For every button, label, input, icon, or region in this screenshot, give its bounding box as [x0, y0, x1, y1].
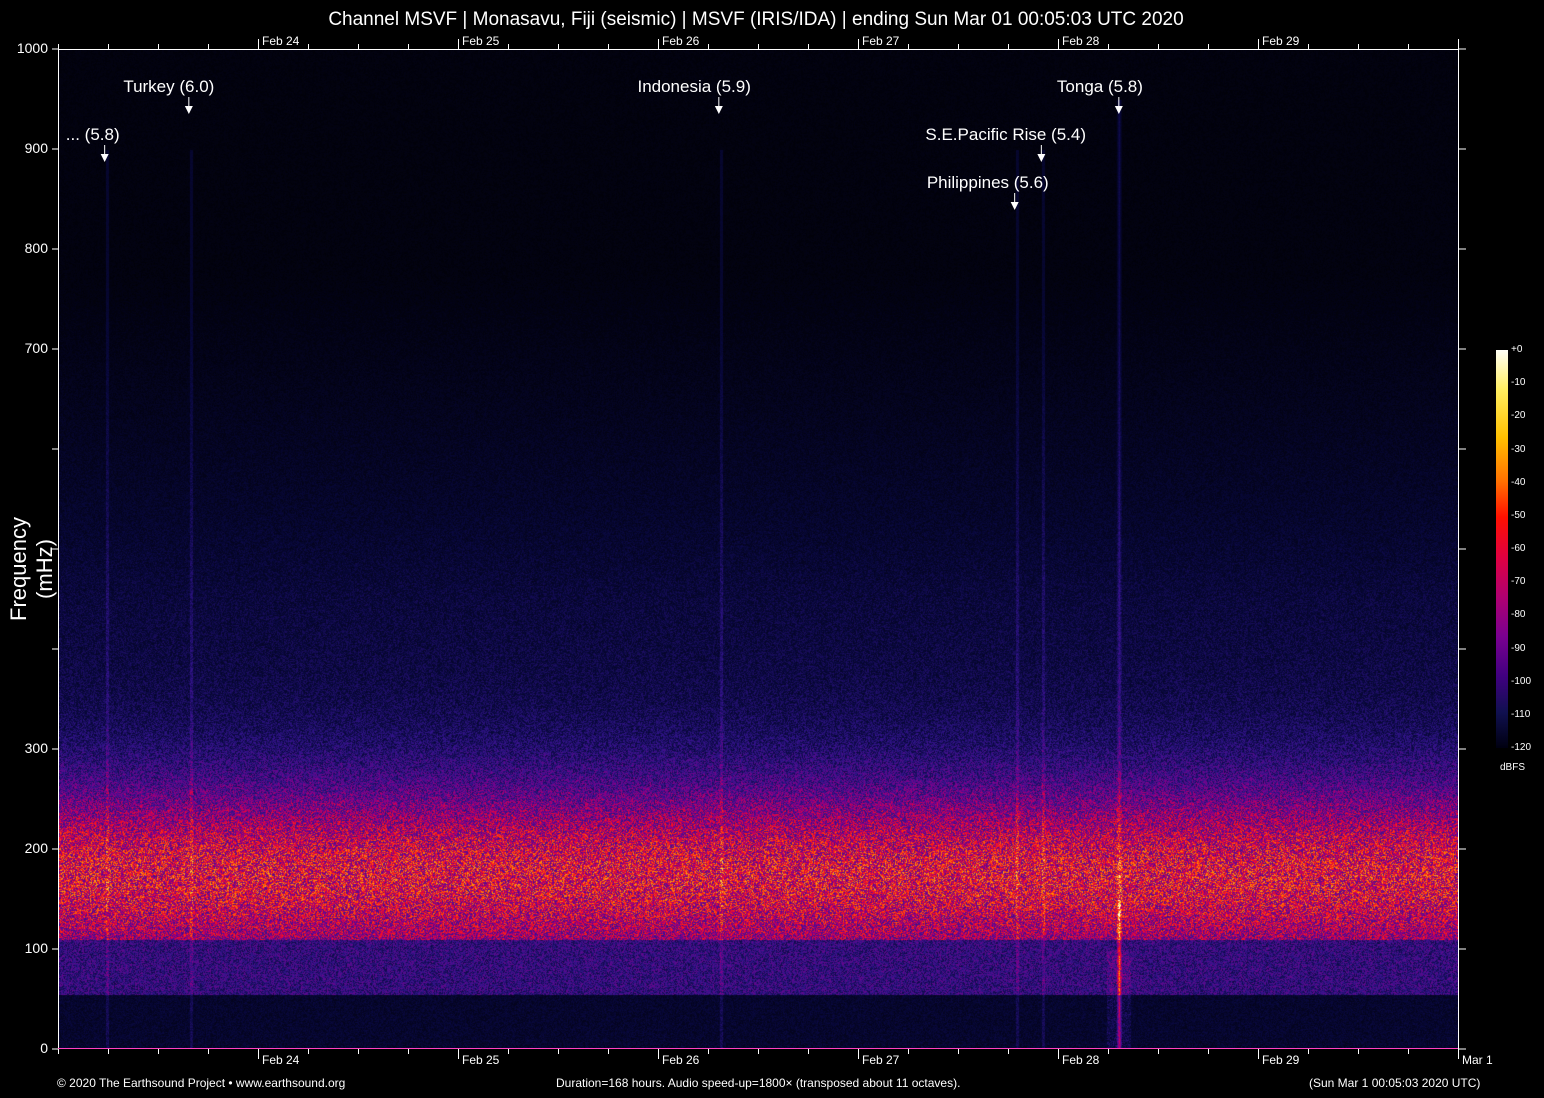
y-tick-label: 900	[8, 140, 48, 156]
colorbar-tick-label: -90	[1511, 643, 1525, 654]
x-tick-label-top: Feb 26	[662, 34, 699, 48]
y-axis-title: Frequency (mHz)	[6, 489, 58, 649]
colorbar-tick-label: +0	[1511, 344, 1522, 355]
event-label: Turkey (6.0)	[123, 77, 214, 97]
x-tick-label: Feb 28	[1062, 1053, 1099, 1067]
y-tick-label: 800	[8, 240, 48, 256]
x-tick-label: Feb 29	[1262, 1053, 1299, 1067]
x-tick-label: Feb 25	[462, 1053, 499, 1067]
colorbar-tick-label: -20	[1511, 410, 1525, 421]
x-tick-label-top: Feb 28	[1062, 34, 1099, 48]
x-tick-label-top: Feb 25	[462, 34, 499, 48]
x-tick-label-top: Feb 24	[262, 34, 299, 48]
y-tick-label: 300	[8, 740, 48, 756]
x-tick-label: Mar 1	[1462, 1053, 1493, 1067]
chart-title: Channel MSVF | Monasavu, Fiji (seismic) …	[0, 9, 1512, 31]
y-tick-label: 1000	[8, 40, 48, 56]
x-tick-label: Feb 26	[662, 1053, 699, 1067]
y-tick-label: 700	[8, 340, 48, 356]
colorbar	[1496, 350, 1508, 748]
colorbar-unit: dBFS	[1500, 762, 1525, 773]
colorbar-tick-label: -70	[1511, 576, 1525, 587]
footer-end-time: (Sun Mar 1 00:05:03 2020 UTC)	[1309, 1076, 1480, 1090]
footer-info: Duration=168 hours. Audio speed-up=1800×…	[556, 1076, 960, 1090]
colorbar-tick-label: -10	[1511, 377, 1525, 388]
colorbar-tick-label: -40	[1511, 477, 1525, 488]
spectrogram-canvas	[58, 49, 1458, 1049]
x-tick-label-top: Feb 29	[1262, 34, 1299, 48]
spectrogram-plot	[58, 49, 1458, 1049]
y-tick-label: 0	[8, 1040, 48, 1056]
colorbar-tick-label: -110	[1511, 709, 1530, 720]
colorbar-tick-label: -30	[1511, 444, 1525, 455]
x-tick-label: Feb 27	[862, 1053, 899, 1067]
colorbar-tick-label: -60	[1511, 543, 1525, 554]
x-tick-label: Feb 24	[262, 1053, 299, 1067]
colorbar-tick-label: -100	[1511, 676, 1531, 687]
event-label: S.E.Pacific Rise (5.4)	[925, 125, 1086, 145]
y-tick-label: 200	[8, 840, 48, 856]
colorbar-tick-label: -80	[1511, 609, 1525, 620]
x-tick-label-top: Feb 27	[862, 34, 899, 48]
event-label: ... (5.8)	[66, 125, 120, 145]
colorbar-tick-label: -50	[1511, 510, 1525, 521]
colorbar-tick-label: -120	[1511, 742, 1531, 753]
y-tick-label: 100	[8, 940, 48, 956]
footer-copyright: © 2020 The Earthsound Project • www.eart…	[57, 1076, 345, 1090]
event-label: Tonga (5.8)	[1057, 77, 1143, 97]
event-label: Philippines (5.6)	[927, 173, 1049, 193]
event-label: Indonesia (5.9)	[637, 77, 750, 97]
